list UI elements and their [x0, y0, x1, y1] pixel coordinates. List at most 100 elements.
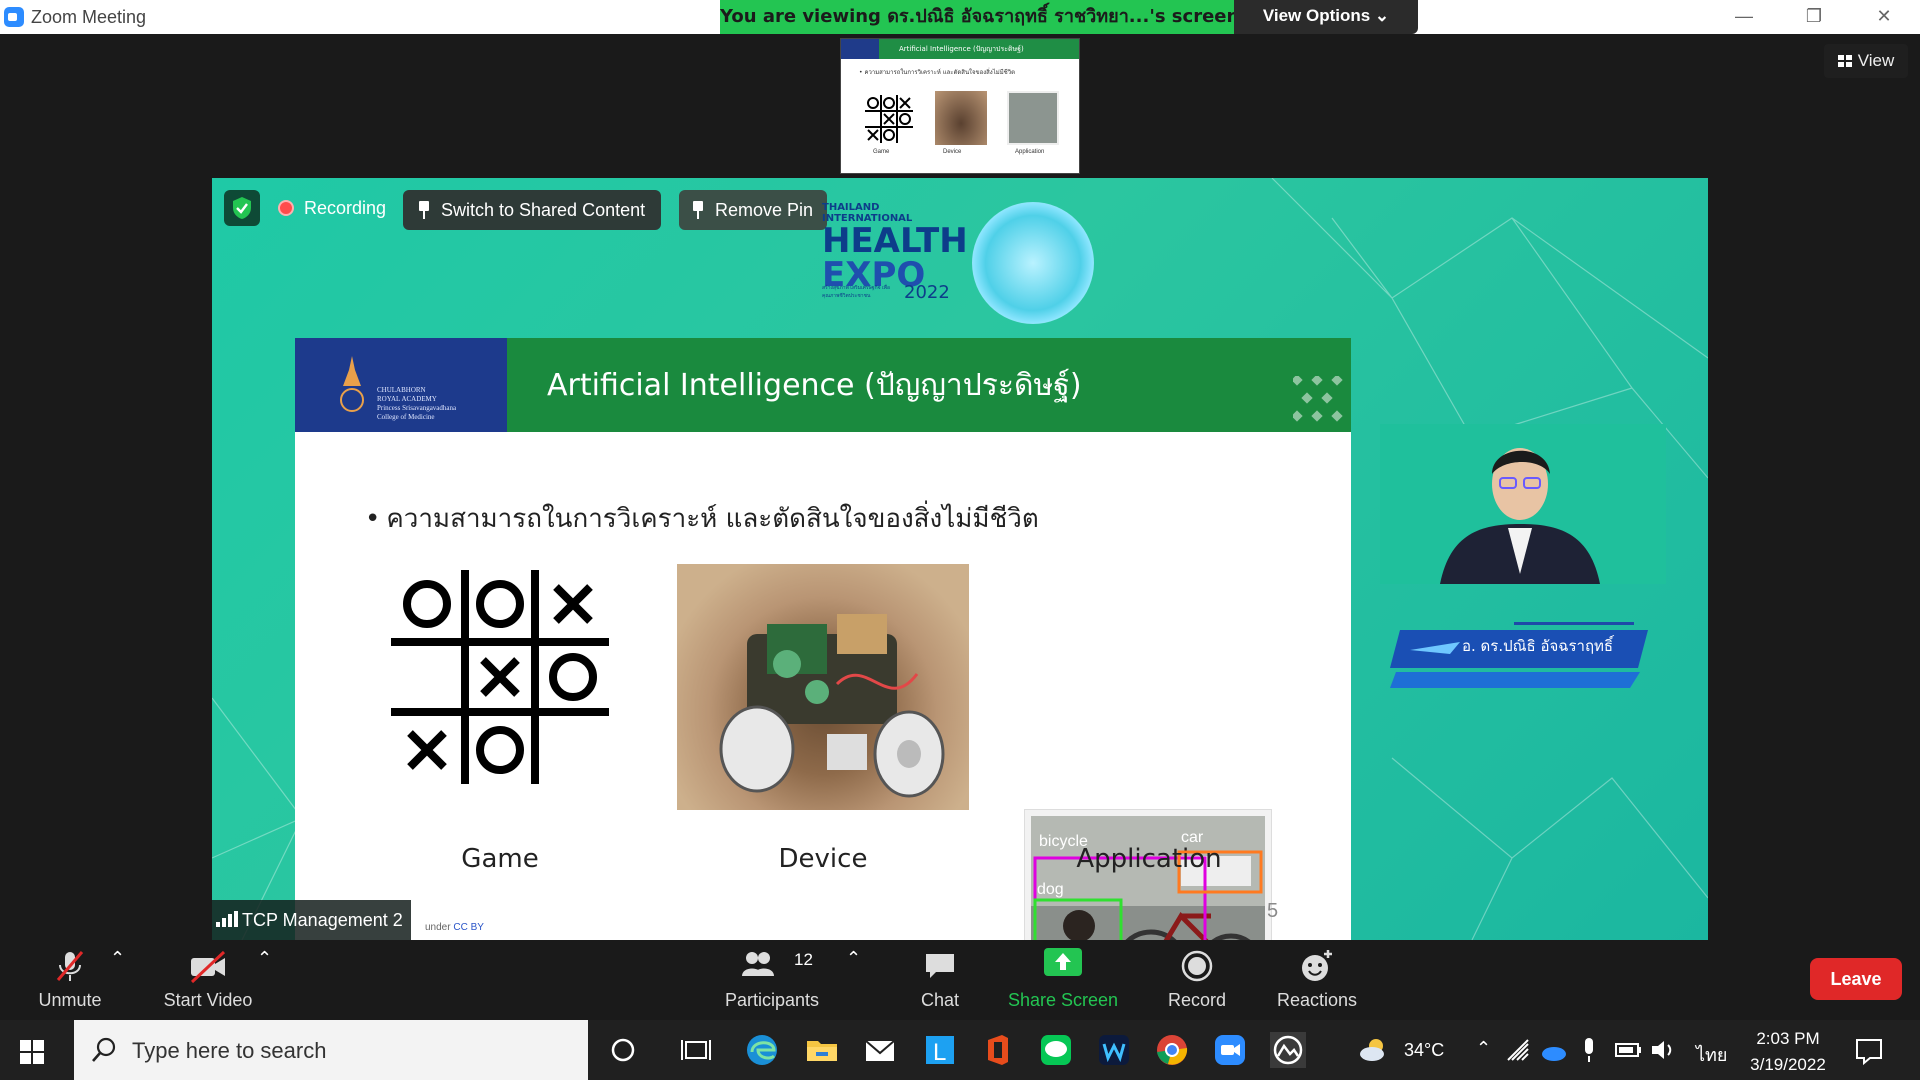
audio-options-caret[interactable]: ⌃	[110, 948, 125, 969]
reactions-label: Reactions	[1276, 990, 1358, 1010]
participants-button[interactable]: 12 Participants	[720, 948, 824, 1011]
record-label: Record	[1167, 990, 1227, 1010]
slide-bullet: • ความสามารถในการวิเคราะห์ และตัดสินใจของ…	[365, 504, 1039, 534]
zoom-taskbar-icon[interactable]	[1212, 1032, 1248, 1068]
caption-game: Game	[461, 844, 539, 874]
chulabhorn-logo: CHULABHORN ROYAL ACADEMY Princess Srisav…	[295, 338, 507, 432]
slide-page-number: 5	[1267, 900, 1279, 922]
video-options-caret[interactable]: ⌃	[257, 948, 272, 969]
start-video-button[interactable]: Start Video	[158, 948, 258, 1011]
unmute-button[interactable]: Unmute	[30, 948, 110, 1011]
weather-temp: 34°C	[1404, 1040, 1445, 1060]
robot-device-image	[677, 564, 969, 810]
cortana-icon[interactable]	[605, 1032, 641, 1068]
restore-button[interactable]: ❐	[1784, 0, 1844, 34]
microphone-tray-icon[interactable]	[1578, 1036, 1600, 1064]
reactions-button[interactable]: Reactions	[1272, 948, 1362, 1011]
pin-icon	[419, 201, 429, 219]
switch-to-shared-content-button[interactable]: Switch to Shared Content	[403, 190, 662, 230]
chat-label: Chat	[920, 990, 960, 1010]
share-screen-icon	[1044, 948, 1082, 976]
search-placeholder: Type here to search	[132, 1038, 327, 1063]
recording-indicator[interactable]: Recording	[266, 188, 398, 228]
view-button[interactable]: View	[1824, 44, 1908, 78]
health-expo-logo: THAILAND INTERNATIONAL HEALTH EXPO สร้าง…	[822, 202, 968, 306]
record-icon	[1181, 950, 1213, 982]
view-options-button[interactable]: View Options ⌄	[1234, 0, 1418, 34]
clock-time: 2:03 PM	[1756, 1029, 1820, 1048]
slide-title: Artificial Intelligence (ปัญญาประดิษฐ์)	[547, 368, 1082, 403]
minimize-button[interactable]: —	[1714, 0, 1774, 34]
weather-icon[interactable]	[1356, 1032, 1392, 1068]
zoom-app-icon	[4, 7, 24, 27]
participants-options-caret[interactable]: ⌃	[846, 948, 861, 969]
participant-name-label: TCP Management 2	[212, 900, 411, 940]
tictactoe-o-mark	[476, 580, 524, 628]
file-explorer-icon[interactable]	[804, 1032, 840, 1068]
presenter-name-banner: อ. ดร.ปณิธิ อัจฉราฤทธิ์	[1390, 622, 1650, 688]
shared-screen-thumbnail[interactable]: Artificial Intelligence (ปัญญาประดิษฐ์) …	[840, 38, 1080, 174]
office-icon[interactable]	[980, 1032, 1016, 1068]
app-icon-active[interactable]	[1270, 1032, 1306, 1068]
logo-line4: College of Medicine	[377, 413, 435, 421]
thumbnail-images	[861, 91, 1061, 147]
clock-date: 3/19/2022	[1750, 1055, 1826, 1074]
detection-scene: bicycle car dog	[1031, 816, 1265, 940]
logo-line1: CHULABHORN	[377, 386, 426, 394]
mail-icon[interactable]	[862, 1032, 898, 1068]
switch-shared-label: Switch to Shared Content	[441, 200, 646, 220]
leave-button[interactable]: Leave	[1810, 958, 1902, 1000]
tictactoe-o-mark	[403, 580, 451, 628]
expo-line2: HEALTH	[822, 221, 968, 261]
webex-icon[interactable]	[1096, 1032, 1132, 1068]
thumbnail-device	[935, 91, 987, 145]
pin-icon	[693, 201, 703, 219]
show-hidden-icons[interactable]: ⌃	[1476, 1038, 1491, 1059]
remove-pin-button[interactable]: Remove Pin	[679, 190, 828, 230]
tictactoe-x-mark	[480, 657, 520, 697]
windows-start-icon[interactable]	[20, 1040, 44, 1064]
license-note: under CC BY	[425, 922, 484, 933]
video-off-icon	[190, 950, 226, 984]
view-button-label: View	[1857, 51, 1895, 70]
academy-emblem-icon	[340, 356, 364, 412]
line-icon[interactable]	[1038, 1032, 1074, 1068]
title-bar: Zoom Meeting You are viewing ดร.ปณิธิ อั…	[0, 0, 1920, 34]
battery-icon[interactable]	[1614, 1038, 1642, 1062]
security-shield[interactable]	[224, 190, 260, 226]
share-screen-button[interactable]: Share Screen	[1006, 948, 1120, 1011]
thumbnail-caption-application: Application	[1015, 149, 1045, 155]
thumbnail-application	[1007, 91, 1059, 145]
thumbnail-bullet: • ความสามารถในการวิเคราะห์ และตัดสินใจขอ…	[859, 69, 1015, 76]
onedrive-icon[interactable]	[1540, 1038, 1568, 1064]
thumbnail-caption-game: Game	[873, 149, 890, 155]
system-clock[interactable]: 2:03 PM 3/19/2022	[1744, 1026, 1832, 1078]
start-video-label: Start Video	[163, 990, 253, 1010]
shield-icon	[233, 197, 251, 219]
tictactoe-x-mark	[407, 730, 447, 770]
windows-taskbar: Type here to search L 34°C ⌃ ไทย 2:03 PM…	[0, 1020, 1920, 1080]
detection-label-dog: dog	[1037, 881, 1064, 898]
pinned-video-stage[interactable]: Recording Switch to Shared Content Remov…	[212, 178, 1708, 940]
task-view-icon[interactable]	[678, 1032, 714, 1068]
presenter-name: อ. ดร.ปณิธิ อัจฉราฤทธิ์	[1462, 637, 1614, 655]
chrome-icon[interactable]	[1154, 1032, 1190, 1068]
license-link[interactable]: CC BY	[453, 922, 484, 933]
input-language[interactable]: ไทย	[1696, 1040, 1727, 1069]
taskbar-search-box[interactable]: Type here to search	[74, 1020, 588, 1080]
logo-line3: Princess Srisavangavadhana	[377, 404, 457, 412]
edge-browser-icon[interactable]	[744, 1032, 780, 1068]
tictactoe-o-mark	[476, 726, 524, 774]
expo-tagline: สร้างสุขภาพ เสริมเศรษฐกิจ เพื่อคุณภาพชีว…	[822, 285, 890, 299]
tictactoe-o-mark	[549, 653, 597, 701]
presenter-webcam	[1380, 424, 1666, 584]
l-app-icon[interactable]: L	[922, 1032, 958, 1068]
volume-icon[interactable]	[1650, 1038, 1676, 1062]
wifi-icon[interactable]	[1506, 1038, 1532, 1064]
chat-button[interactable]: Chat	[910, 948, 970, 1011]
chat-icon	[926, 954, 954, 978]
close-button[interactable]: ✕	[1854, 0, 1914, 34]
notifications-icon[interactable]	[1854, 1036, 1884, 1066]
record-button[interactable]: Record	[1160, 948, 1234, 1011]
gallery-view-icon	[1837, 55, 1852, 67]
